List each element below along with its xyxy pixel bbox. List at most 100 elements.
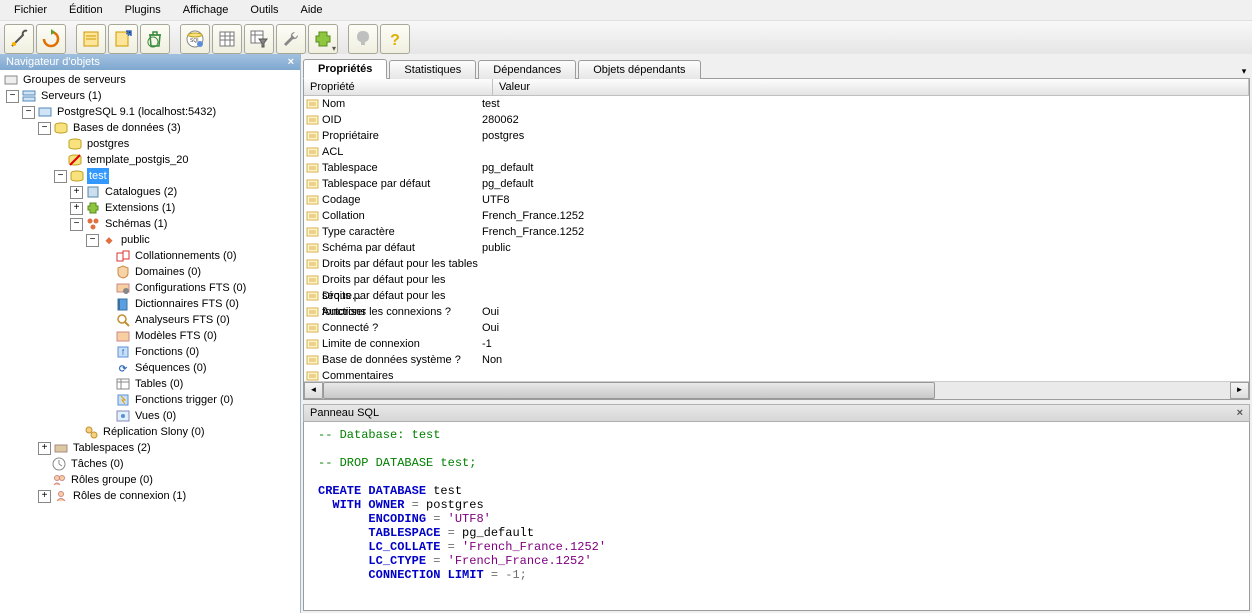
tree-tablespaces[interactable]: Tablespaces (2) xyxy=(71,440,153,456)
expand-toggle[interactable]: + xyxy=(38,442,51,455)
replication-icon xyxy=(84,425,98,439)
tree-db-template[interactable]: template_postgis_20 xyxy=(85,152,191,168)
sql-panel-title: Panneau SQL xyxy=(310,407,379,419)
tree-functions[interactable]: Fonctions (0) xyxy=(133,344,201,360)
tree-fts-parser[interactable]: Analyseurs FTS (0) xyxy=(133,312,232,328)
tree-login-roles[interactable]: Rôles de connexion (1) xyxy=(71,488,188,504)
tree-pg-server[interactable]: PostgreSQL 9.1 (localhost:5432) xyxy=(55,104,218,120)
help-icon[interactable]: ? xyxy=(380,24,410,54)
tree-schemas[interactable]: Schémas (1) xyxy=(103,216,169,232)
menu-tools[interactable]: Outils xyxy=(240,2,288,18)
table-icon[interactable] xyxy=(212,24,242,54)
sql-icon[interactable]: SQL xyxy=(180,24,210,54)
menu-plugins[interactable]: Plugins xyxy=(115,2,171,18)
grid-row[interactable]: Schéma par défautpublic xyxy=(304,240,1249,256)
grid-row[interactable]: OID280062 xyxy=(304,112,1249,128)
property-icon xyxy=(306,113,320,127)
grid-row[interactable]: Propriétairepostgres xyxy=(304,128,1249,144)
grid-row[interactable]: Type caractèreFrench_France.1252 xyxy=(304,224,1249,240)
menu-view[interactable]: Affichage xyxy=(173,2,239,18)
close-icon[interactable]: × xyxy=(288,56,294,68)
tab-dependents[interactable]: Objets dépendants xyxy=(578,60,700,79)
grid-row[interactable]: CollationFrench_France.1252 xyxy=(304,208,1249,224)
tree-replication[interactable]: Réplication Slony (0) xyxy=(101,424,207,440)
tree-domains[interactable]: Domaines (0) xyxy=(133,264,203,280)
tab-dependencies[interactable]: Dépendances xyxy=(478,60,576,79)
grid-row[interactable]: Tablespacepg_default xyxy=(304,160,1249,176)
scroll-right-icon[interactable]: ► xyxy=(1230,382,1249,399)
property-icon xyxy=(306,257,320,271)
expand-toggle[interactable]: + xyxy=(38,490,51,503)
tree-triggers[interactable]: Fonctions trigger (0) xyxy=(133,392,235,408)
tree-collations[interactable]: Collationnements (0) xyxy=(133,248,239,264)
grid-row[interactable]: Connecté ?Oui xyxy=(304,320,1249,336)
expand-toggle[interactable]: − xyxy=(86,234,99,247)
connect-icon[interactable] xyxy=(4,24,34,54)
tab-statistics[interactable]: Statistiques xyxy=(389,60,476,79)
grid-row[interactable]: Commentaires xyxy=(304,368,1249,381)
prop-value xyxy=(480,144,482,160)
tree-views[interactable]: Vues (0) xyxy=(133,408,178,424)
scroll-thumb[interactable] xyxy=(323,382,935,399)
hint-icon[interactable] xyxy=(348,24,378,54)
tree-catalogs[interactable]: Catalogues (2) xyxy=(103,184,179,200)
close-icon[interactable]: × xyxy=(1237,407,1243,419)
expand-toggle[interactable]: + xyxy=(70,202,83,215)
tree-tables[interactable]: Tables (0) xyxy=(133,376,185,392)
refresh-icon[interactable] xyxy=(36,24,66,54)
properties-icon[interactable] xyxy=(76,24,106,54)
tree-group-roles[interactable]: Rôles groupe (0) xyxy=(69,472,155,488)
object-tree[interactable]: Groupes de serveurs −Serveurs (1) −Postg… xyxy=(0,70,300,613)
expand-toggle[interactable]: − xyxy=(38,122,51,135)
grid-row[interactable]: Autoriser les connexions ?Oui xyxy=(304,304,1249,320)
menu-edit[interactable]: Édition xyxy=(59,2,113,18)
tree-root[interactable]: Groupes de serveurs xyxy=(21,72,128,88)
tree-jobs[interactable]: Tâches (0) xyxy=(69,456,126,472)
grid-row[interactable]: Droits par défaut pour les fonctions xyxy=(304,288,1249,304)
menu-file[interactable]: Fichier xyxy=(4,2,57,18)
tree-databases[interactable]: Bases de données (3) xyxy=(71,120,183,136)
property-icon xyxy=(306,289,320,303)
plugins-icon[interactable]: ▾ xyxy=(308,24,338,54)
tree-fts-dict[interactable]: Dictionnaires FTS (0) xyxy=(133,296,241,312)
tree-fts-template[interactable]: Modèles FTS (0) xyxy=(133,328,219,344)
prop-value: Oui xyxy=(480,304,499,320)
tables-icon xyxy=(116,377,130,391)
tab-properties[interactable]: Propriétés xyxy=(303,59,387,79)
menu-help[interactable]: Aide xyxy=(291,2,333,18)
tree-db-postgres[interactable]: postgres xyxy=(85,136,131,152)
tree-extensions[interactable]: Extensions (1) xyxy=(103,200,177,216)
filter-table-icon[interactable] xyxy=(244,24,274,54)
grid-row[interactable]: Base de données système ?Non xyxy=(304,352,1249,368)
sql-panel[interactable]: -- Database: test -- DROP DATABASE test;… xyxy=(303,422,1250,611)
fts-parser-icon xyxy=(116,313,130,327)
prop-key: Limite de connexion xyxy=(322,336,480,352)
col-value[interactable]: Valeur xyxy=(493,79,1249,95)
expand-toggle[interactable]: − xyxy=(6,90,19,103)
expand-toggle[interactable]: − xyxy=(54,170,67,183)
col-property[interactable]: Propriété xyxy=(304,79,493,95)
scroll-left-icon[interactable]: ◄ xyxy=(304,382,323,399)
grid-row[interactable]: ACL xyxy=(304,144,1249,160)
delete-icon[interactable] xyxy=(140,24,170,54)
property-icon xyxy=(306,209,320,223)
grid-row[interactable]: Droits par défaut pour les tables xyxy=(304,256,1249,272)
tree-fts-config[interactable]: Configurations FTS (0) xyxy=(133,280,248,296)
expand-toggle[interactable]: + xyxy=(70,186,83,199)
grid-row[interactable]: Tablespace par défautpg_default xyxy=(304,176,1249,192)
grid-row[interactable]: Limite de connexion-1 xyxy=(304,336,1249,352)
h-scrollbar[interactable]: ◄ ► xyxy=(304,381,1249,399)
tree-db-test[interactable]: test xyxy=(87,168,109,184)
new-object-icon[interactable] xyxy=(108,24,138,54)
grid-row[interactable]: Nomtest xyxy=(304,96,1249,112)
grid-row[interactable]: CodageUTF8 xyxy=(304,192,1249,208)
grid-row[interactable]: Droits par défaut pour les séque... xyxy=(304,272,1249,288)
tab-overflow-icon[interactable]: ▾ xyxy=(1238,66,1250,78)
prop-value: -1 xyxy=(480,336,492,352)
expand-toggle[interactable]: − xyxy=(22,106,35,119)
maintenance-icon[interactable] xyxy=(276,24,306,54)
tree-public[interactable]: public xyxy=(119,232,152,248)
tree-sequences[interactable]: Séquences (0) xyxy=(133,360,209,376)
tree-servers[interactable]: Serveurs (1) xyxy=(39,88,104,104)
expand-toggle[interactable]: − xyxy=(70,218,83,231)
